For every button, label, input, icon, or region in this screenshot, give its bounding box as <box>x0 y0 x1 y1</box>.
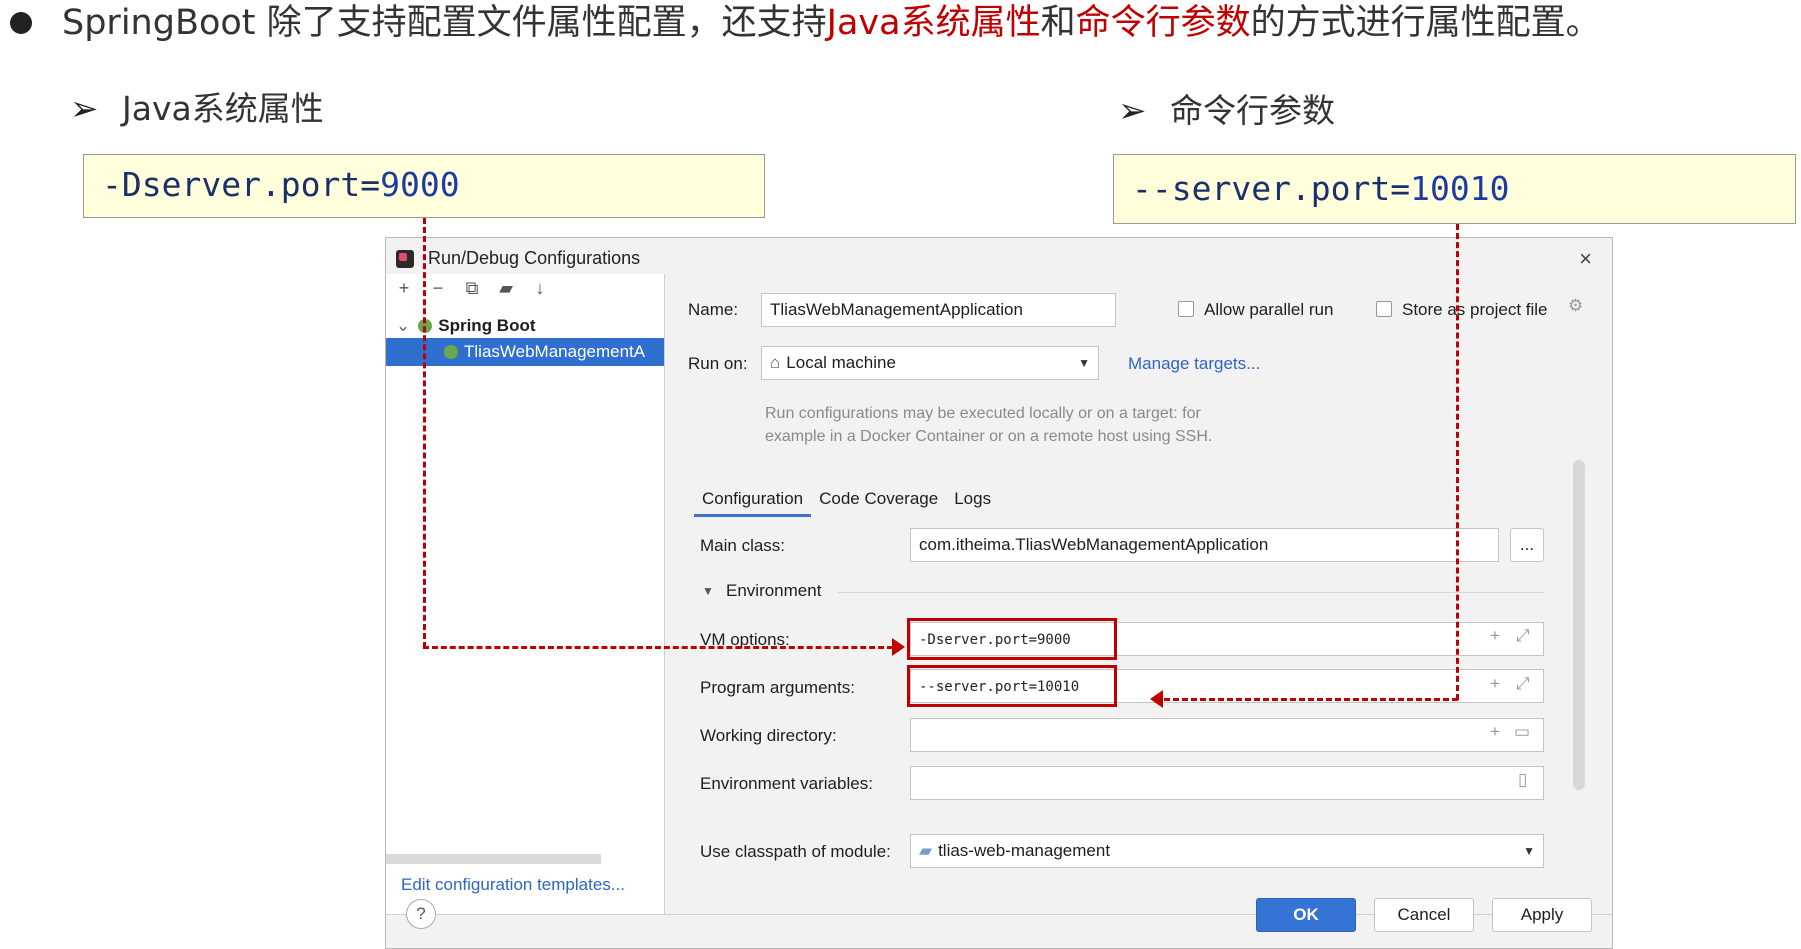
config-tabs: Configuration Code Coverage Logs <box>694 484 999 517</box>
ok-button[interactable]: OK <box>1256 898 1356 932</box>
folder-icon[interactable]: ▭ <box>1514 722 1530 742</box>
config-tree-panel: + − ⧉ ▰ ↓ ⌄ Spring Boot TliasWebManagemen… <box>386 274 665 914</box>
tree-group-spring-boot[interactable]: ⌄ Spring Boot <box>396 312 536 340</box>
tree-scrollbar[interactable] <box>386 854 601 864</box>
tree-toolbar: + − ⧉ ▰ ↓ <box>394 278 550 308</box>
home-icon: ⌂ <box>770 353 781 372</box>
annotation-dashed-line-left-horizontal <box>423 646 893 649</box>
remove-icon[interactable]: − <box>428 278 448 308</box>
working-dir-label: Working directory: <box>700 726 837 745</box>
env-vars-label: Environment variables: <box>700 774 873 793</box>
tab-configuration[interactable]: Configuration <box>694 484 812 517</box>
environment-header: Environment <box>726 581 822 600</box>
browse-main-class-button[interactable]: ... <box>1510 528 1544 562</box>
chevron-down-icon: ▼ <box>1523 844 1535 858</box>
config-scrollbar[interactable] <box>1573 460 1585 790</box>
working-dir-input[interactable] <box>910 718 1544 752</box>
gear-icon[interactable]: ⚙ <box>1568 296 1583 316</box>
cmdline-args-title: 命令行参数 <box>1170 91 1335 130</box>
classpath-select[interactable]: ▰ tlias-web-management ▼ <box>910 834 1544 868</box>
annotation-dashed-line-right-vertical <box>1456 224 1459 700</box>
module-folder-icon: ▰ <box>919 841 933 860</box>
sort-icon[interactable]: ↓ <box>530 278 550 308</box>
copy-icon[interactable]: ⧉ <box>462 278 482 308</box>
plus-icon[interactable]: + <box>1490 722 1500 742</box>
edit-templates-link[interactable]: Edit configuration templates... <box>401 875 625 895</box>
program-args-label: Program arguments: <box>700 678 855 697</box>
store-project-label: Store as project file <box>1402 300 1548 319</box>
name-input[interactable]: TliasWebManagementApplication <box>761 293 1116 327</box>
name-label: Name: <box>688 300 739 319</box>
main-class-input[interactable]: com.itheima.TliasWebManagementApplicatio… <box>910 528 1499 562</box>
close-icon[interactable]: × <box>1579 246 1592 272</box>
expand-icon[interactable]: ⤢ <box>1516 626 1530 646</box>
run-debug-dialog: Run/Debug Configurations × + − ⧉ ▰ ↓ ⌄ Sp… <box>385 237 1613 949</box>
divider <box>838 592 1544 593</box>
intellij-app-icon <box>396 250 414 268</box>
java-system-props-title: Java系统属性 <box>122 89 324 128</box>
run-on-label: Run on: <box>688 354 748 373</box>
arrow-bullet-icon: ➢ <box>1118 91 1147 131</box>
cmdline-code-box: --server.port=10010 <box>1113 154 1796 224</box>
cancel-button[interactable]: Cancel <box>1374 898 1474 932</box>
tab-code-coverage[interactable]: Code Coverage <box>811 484 946 514</box>
allow-parallel-checkbox[interactable] <box>1178 301 1194 317</box>
slide-headline: SpringBoot 除了支持配置文件属性配置，还支持Java系统属性和命令行参… <box>62 3 1601 43</box>
chevron-down-icon: ⌄ <box>396 316 411 335</box>
arrow-left-icon <box>1150 690 1163 708</box>
program-args-highlight <box>907 665 1117 707</box>
document-icon[interactable]: ▯ <box>1518 770 1527 790</box>
tree-item-tlias-app[interactable]: TliasWebManagementA <box>386 338 664 366</box>
run-hint-line2: example in a Docker Container or on a re… <box>765 428 1213 445</box>
arrow-bullet-icon: ➢ <box>70 89 99 129</box>
apply-button[interactable]: Apply <box>1492 898 1592 932</box>
tab-logs[interactable]: Logs <box>946 484 999 514</box>
plus-icon[interactable]: + <box>1490 674 1500 694</box>
bullet-dot <box>10 12 32 34</box>
vm-options-highlight <box>907 618 1117 660</box>
allow-parallel-label: Allow parallel run <box>1204 300 1334 319</box>
add-icon[interactable]: + <box>394 278 414 308</box>
plus-icon[interactable]: + <box>1490 626 1500 646</box>
classpath-label: Use classpath of module: <box>700 842 891 861</box>
help-button[interactable]: ? <box>406 899 436 929</box>
annotation-dashed-line-left-vertical <box>423 218 426 648</box>
java-props-code-box: -Dserver.port=9000 <box>83 154 765 218</box>
chevron-down-icon: ▼ <box>1078 356 1090 370</box>
expand-icon[interactable]: ⤢ <box>1516 674 1530 694</box>
chevron-down-icon[interactable]: ▼ <box>702 584 714 598</box>
manage-targets-link[interactable]: Manage targets... <box>1128 354 1260 374</box>
run-hint-line1: Run configurations may be executed local… <box>765 405 1201 422</box>
folder-icon[interactable]: ▰ <box>496 278 516 308</box>
store-project-checkbox[interactable] <box>1376 301 1392 317</box>
run-on-select[interactable]: ⌂ Local machine ▼ <box>761 346 1099 380</box>
spring-app-icon <box>444 345 458 359</box>
arrow-right-icon <box>892 638 905 656</box>
dialog-title: Run/Debug Configurations <box>428 248 641 268</box>
env-vars-input[interactable] <box>910 766 1544 800</box>
annotation-dashed-line-right-horizontal <box>1164 698 1458 701</box>
main-class-label: Main class: <box>700 536 786 555</box>
